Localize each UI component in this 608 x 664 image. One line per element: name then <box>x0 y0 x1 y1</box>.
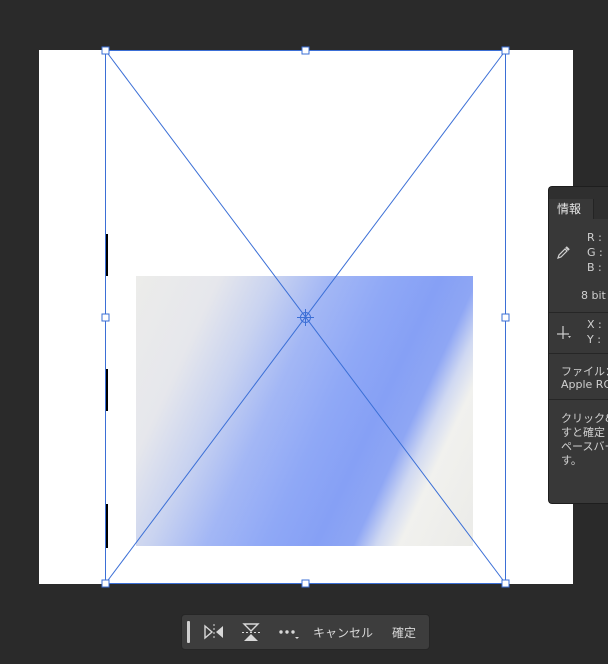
contextual-task-bar: キャンセル 確定 <box>181 614 430 650</box>
color-profile: Apple RG <box>561 378 608 391</box>
more-options-button[interactable] <box>274 615 304 649</box>
divider <box>549 353 608 354</box>
flip-horizontal-icon <box>203 623 225 641</box>
drag-grip-handle[interactable] <box>187 621 190 643</box>
y-label: Y : <box>587 333 601 346</box>
guide-mark <box>105 369 108 411</box>
g-label: G : <box>587 246 603 259</box>
r-label: R : <box>587 231 602 244</box>
cancel-button[interactable]: キャンセル <box>310 615 376 649</box>
flip-horizontal-button[interactable] <box>200 615 228 649</box>
commit-button[interactable]: 確定 <box>382 615 426 649</box>
gradient-layer <box>136 276 473 546</box>
info-panel: 情報 R : G : B : 8 bit X : Y : ファイル： Apple… <box>548 186 608 504</box>
eyedropper-icon <box>556 244 572 264</box>
tab-info[interactable]: 情報 <box>549 199 594 219</box>
b-label: B : <box>587 261 602 274</box>
divider <box>549 399 608 400</box>
guide-mark <box>105 504 108 548</box>
more-options-icon <box>277 624 301 640</box>
help-text-line: す。 <box>561 454 582 467</box>
file-label: ファイル： <box>561 365 608 378</box>
x-label: X : <box>587 318 602 331</box>
flip-vertical-icon <box>241 622 261 642</box>
panel-tab-bar: 情報 <box>549 187 608 219</box>
divider <box>549 312 608 313</box>
guide-mark <box>105 234 108 276</box>
flip-vertical-button[interactable] <box>237 615 265 649</box>
crosshair-icon <box>556 325 572 345</box>
bit-depth: 8 bit <box>581 289 606 302</box>
